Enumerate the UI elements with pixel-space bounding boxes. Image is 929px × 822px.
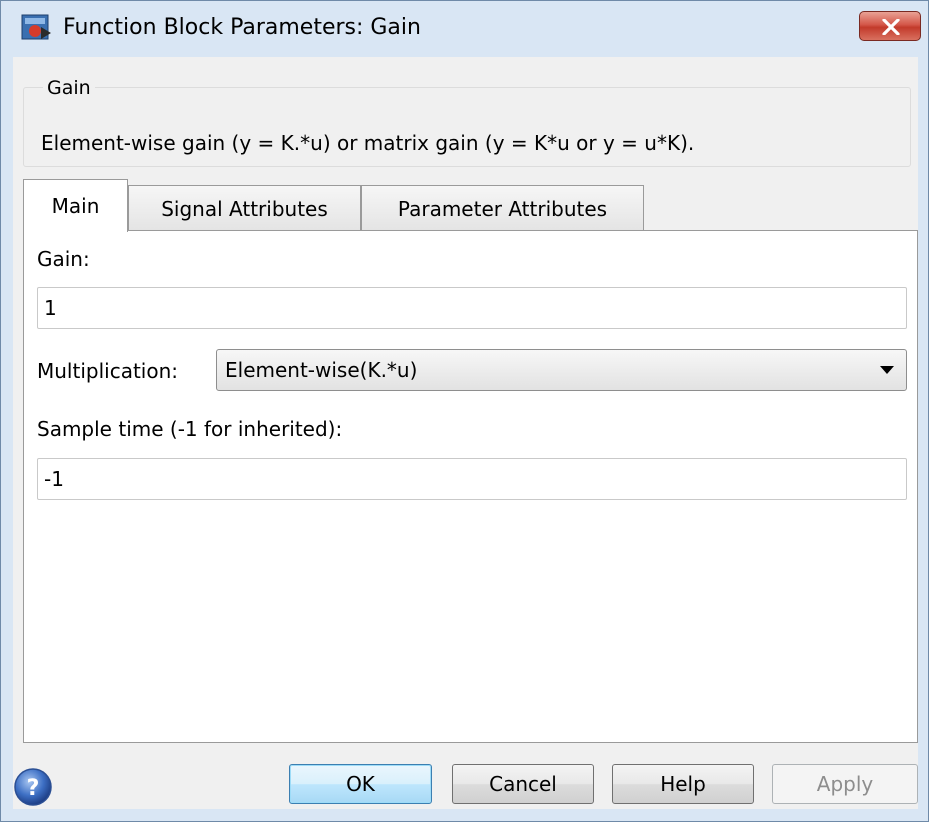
chevron-down-icon (880, 366, 894, 374)
sample-time-label: Sample time (-1 for inherited): (37, 417, 343, 441)
tab-main[interactable]: Main (23, 179, 128, 232)
block-description: Element-wise gain (y = K.*u) or matrix g… (41, 131, 695, 155)
help-button[interactable]: Help (612, 764, 754, 804)
close-button[interactable] (859, 11, 921, 41)
title-bar[interactable]: Function Block Parameters: Gain (1, 1, 928, 57)
close-icon (882, 19, 900, 35)
help-icon[interactable]: ? (13, 767, 53, 807)
gain-groupbox (23, 87, 911, 167)
multiplication-label: Multiplication: (37, 359, 178, 383)
main-tab-panel: Gain: 1 Multiplication: Element-wise(K.*… (23, 230, 918, 743)
apply-button[interactable]: Apply (772, 764, 918, 804)
groupbox-title: Gain (43, 77, 95, 99)
multiplication-selected-value: Element-wise(K.*u) (225, 358, 418, 382)
cancel-button[interactable]: Cancel (452, 764, 594, 804)
simulink-block-icon (21, 13, 53, 43)
gain-field[interactable]: 1 (37, 287, 907, 329)
gain-label: Gain: (37, 247, 90, 271)
svg-text:?: ? (27, 776, 40, 801)
dialog-client-area: Gain Element-wise gain (y = K.*u) or mat… (13, 57, 918, 809)
tab-signal-attributes[interactable]: Signal Attributes (128, 185, 361, 231)
ok-button[interactable]: OK (289, 764, 432, 804)
tab-parameter-attributes[interactable]: Parameter Attributes (361, 185, 644, 231)
sample-time-field[interactable]: -1 (37, 458, 907, 500)
multiplication-select[interactable]: Element-wise(K.*u) (216, 349, 907, 391)
dialog-window: Function Block Parameters: Gain Gain Ele… (0, 0, 929, 822)
window-title: Function Block Parameters: Gain (63, 15, 421, 40)
